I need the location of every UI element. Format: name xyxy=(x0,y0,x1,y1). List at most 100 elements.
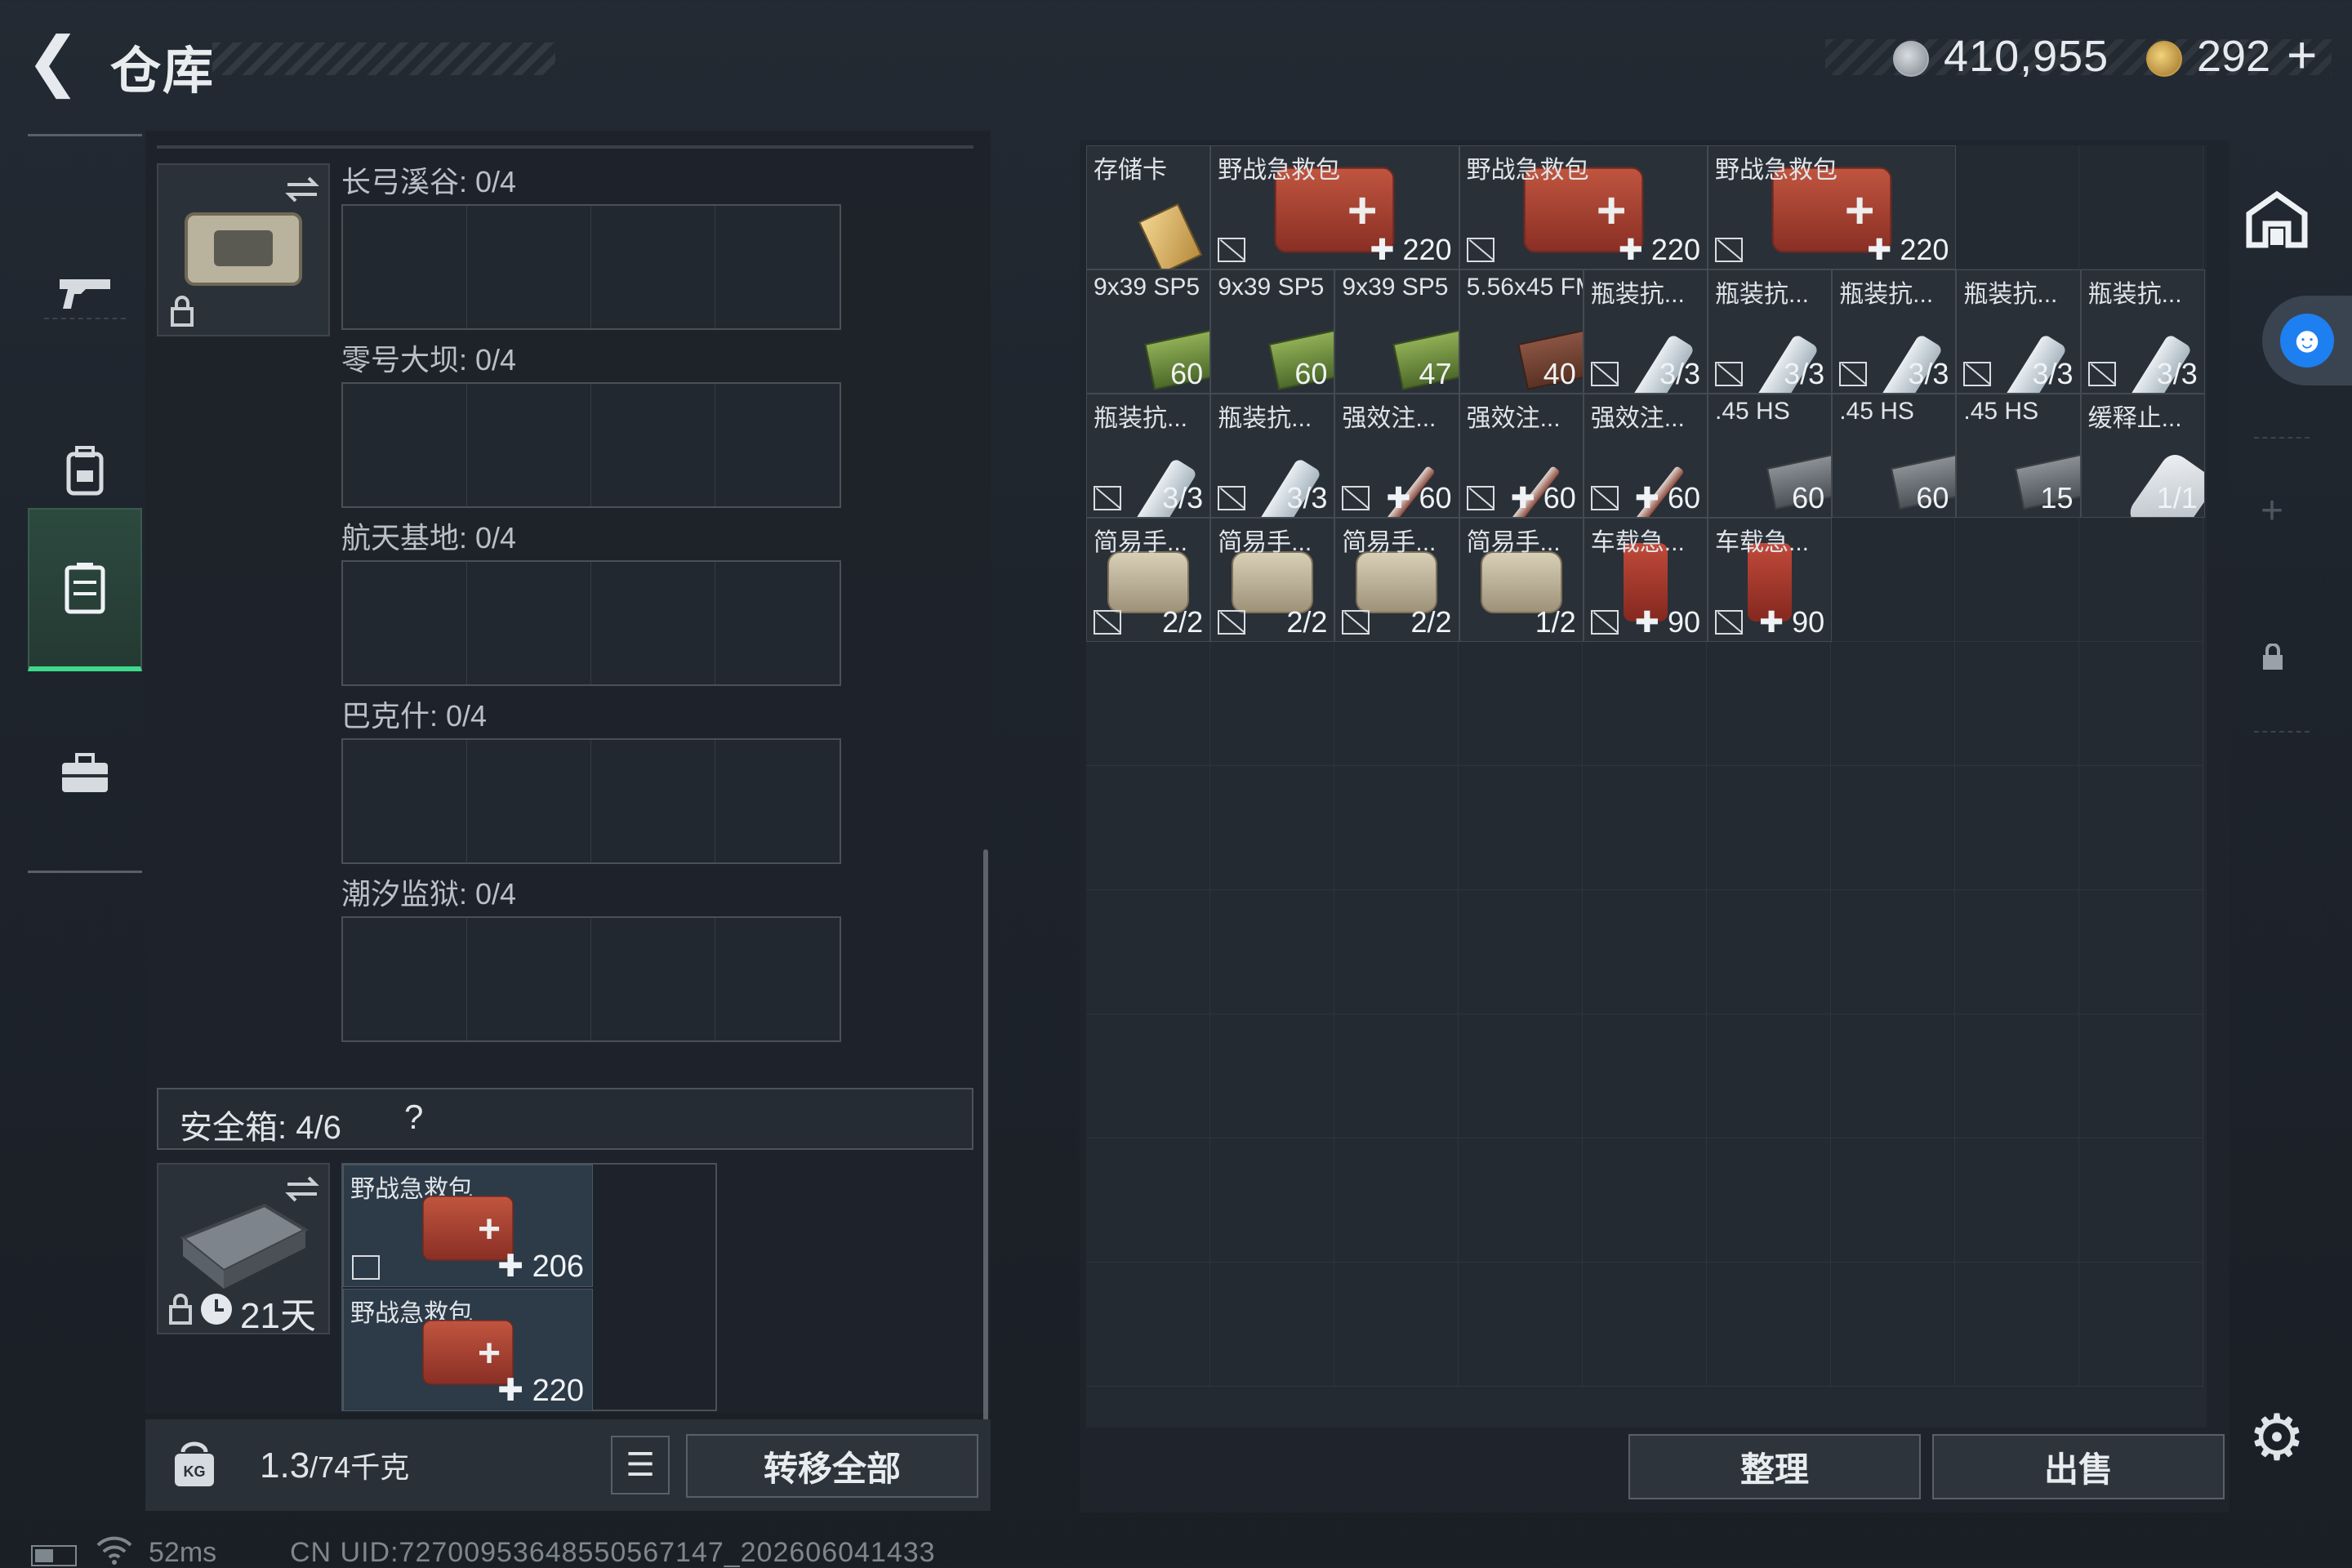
storage-item[interactable]: 车载急... ✚ 90 xyxy=(1583,518,1708,642)
storage-item[interactable]: 野战急救包 ✚ 220 xyxy=(1210,145,1459,270)
storage-item[interactable]: 强效注... ✚ 60 xyxy=(1459,394,1584,518)
grid-cell[interactable] xyxy=(1955,1263,2079,1387)
storage-item[interactable]: 瓶装抗... 3/3 xyxy=(1956,270,2081,394)
region-slots-dam[interactable] xyxy=(341,382,841,508)
grid-cell[interactable] xyxy=(1086,766,1210,890)
storage-item[interactable]: 强效注... ✚ 60 xyxy=(1334,394,1459,518)
grid-cell[interactable] xyxy=(1831,642,1955,766)
storage-item[interactable]: 9x39 SP5 60 xyxy=(1210,270,1335,394)
swap-icon[interactable] xyxy=(284,1173,320,1205)
nav-weapons[interactable] xyxy=(28,210,142,373)
region-slots-bakshi[interactable] xyxy=(341,738,841,864)
add-gold-button[interactable]: + xyxy=(2287,24,2317,85)
grid-cell[interactable] xyxy=(1831,890,1955,1014)
grid-cell[interactable] xyxy=(2079,766,2203,890)
grid-cell[interactable] xyxy=(1707,642,1831,766)
grid-cell[interactable] xyxy=(2079,890,2203,1014)
grid-cell[interactable] xyxy=(1831,518,1955,642)
grid-cell[interactable] xyxy=(1955,890,2079,1014)
grid-cell[interactable] xyxy=(1707,1263,1831,1387)
grid-cell[interactable] xyxy=(1086,1014,1210,1138)
storage-item[interactable]: 野战急救包 ✚ 220 xyxy=(1708,145,1957,270)
grid-cell[interactable] xyxy=(1459,642,1583,766)
storage-item[interactable]: .45 HS 60 xyxy=(1708,394,1833,518)
grid-cell[interactable] xyxy=(2079,518,2203,642)
grid-cell[interactable] xyxy=(1459,1263,1583,1387)
swap-icon[interactable] xyxy=(284,173,320,206)
storage-item[interactable]: 野战急救包 ✚ 220 xyxy=(1459,145,1708,270)
sort-button[interactable]: 整理 xyxy=(1628,1434,1921,1499)
storage-item[interactable]: 瓶装抗... 3/3 xyxy=(1210,394,1335,518)
grid-cell[interactable] xyxy=(1459,766,1583,890)
grid-cell[interactable] xyxy=(1086,1138,1210,1263)
storage-item[interactable]: 缓释止... 1/1 xyxy=(2080,394,2205,518)
grid-cell[interactable] xyxy=(1086,1263,1210,1387)
storage-item[interactable]: 瓶装抗... 3/3 xyxy=(1583,270,1708,394)
grid-cell[interactable] xyxy=(1707,766,1831,890)
storage-item[interactable]: 瓶装抗... 3/3 xyxy=(1086,394,1211,518)
storage-item[interactable]: 强效注... ✚ 60 xyxy=(1583,394,1708,518)
grid-cell[interactable] xyxy=(1707,1138,1831,1263)
storage-item[interactable]: 简易手... 2/2 xyxy=(1086,518,1211,642)
left-scrollbar[interactable] xyxy=(983,849,988,1421)
nav-storage[interactable] xyxy=(28,508,142,671)
grid-cell[interactable] xyxy=(1955,1014,2079,1138)
safe-item-medkit-1[interactable]: 野战急救包 ✚ 206 xyxy=(343,1165,593,1287)
storage-item[interactable]: 9x39 SP5 60 xyxy=(1086,270,1211,394)
storage-item[interactable]: 瓶装抗... 3/3 xyxy=(1832,270,1957,394)
grid-cell[interactable] xyxy=(1831,1138,1955,1263)
grid-cell[interactable] xyxy=(1459,1014,1583,1138)
grid-cell[interactable] xyxy=(1210,1014,1334,1138)
storage-item[interactable]: 9x39 SP5 47 xyxy=(1334,270,1459,394)
grid-cell[interactable] xyxy=(1334,642,1459,766)
grid-cell[interactable] xyxy=(1210,1263,1334,1387)
storage-item[interactable]: 简易手... 2/2 xyxy=(1334,518,1459,642)
grid-cell[interactable] xyxy=(1583,1263,1707,1387)
grid-cell[interactable] xyxy=(1831,1263,1955,1387)
grid-cell[interactable] xyxy=(1955,145,2079,270)
grid-cell[interactable] xyxy=(1210,890,1334,1014)
list-view-button[interactable]: ☰ xyxy=(611,1436,670,1494)
help-button[interactable]: ? xyxy=(404,1098,423,1137)
storage-item[interactable]: 瓶装抗... 3/3 xyxy=(2080,270,2205,394)
grid-cell[interactable] xyxy=(1086,890,1210,1014)
storage-item[interactable]: 简易手... 1/2 xyxy=(1459,518,1584,642)
nav-toolbox[interactable] xyxy=(28,692,142,855)
grid-cell[interactable] xyxy=(1086,642,1210,766)
safe-item-medkit-2[interactable]: 野战急救包 ✚ 220 xyxy=(343,1289,593,1411)
transfer-all-button[interactable]: 转移全部 xyxy=(686,1434,978,1498)
key-card-slot[interactable] xyxy=(157,163,330,336)
grid-cell[interactable] xyxy=(1955,1138,2079,1263)
grid-cell[interactable] xyxy=(1955,766,2079,890)
grid-cell[interactable] xyxy=(1210,1138,1334,1263)
grid-cell[interactable] xyxy=(1955,518,2079,642)
grid-cell[interactable] xyxy=(2079,1014,2203,1138)
grid-cell[interactable] xyxy=(1583,1138,1707,1263)
grid-cell[interactable] xyxy=(1707,1014,1831,1138)
grid-cell[interactable] xyxy=(1583,642,1707,766)
storage-item[interactable]: .45 HS 15 xyxy=(1956,394,2081,518)
grid-cell[interactable] xyxy=(1334,766,1459,890)
region-slots-changgong[interactable] xyxy=(341,204,841,330)
storage-item[interactable]: .45 HS 60 xyxy=(1832,394,1957,518)
storage-item[interactable]: 简易手... 2/2 xyxy=(1210,518,1335,642)
grid-cell[interactable] xyxy=(1334,1138,1459,1263)
settings-gear-icon[interactable]: ⚙ xyxy=(2244,1405,2310,1470)
grid-cell[interactable] xyxy=(1583,890,1707,1014)
grid-cell[interactable] xyxy=(2079,1138,2203,1263)
grid-cell[interactable] xyxy=(1955,642,2079,766)
grid-cell[interactable] xyxy=(1334,890,1459,1014)
grid-cell[interactable] xyxy=(2079,145,2203,270)
region-slots-prison[interactable] xyxy=(341,916,841,1042)
back-arrow-icon[interactable]: ❮ xyxy=(24,29,82,94)
grid-cell[interactable] xyxy=(2079,1263,2203,1387)
grid-cell[interactable] xyxy=(1334,1263,1459,1387)
warehouse-icon[interactable] xyxy=(2244,188,2310,253)
grid-cell[interactable] xyxy=(1831,1014,1955,1138)
grid-cell[interactable] xyxy=(1459,1138,1583,1263)
region-slots-spacebase[interactable] xyxy=(341,560,841,686)
grid-cell[interactable] xyxy=(1707,890,1831,1014)
grid-cell[interactable] xyxy=(1831,766,1955,890)
grid-cell[interactable] xyxy=(1334,1014,1459,1138)
expand-plus-icon[interactable]: + xyxy=(2261,488,2283,533)
